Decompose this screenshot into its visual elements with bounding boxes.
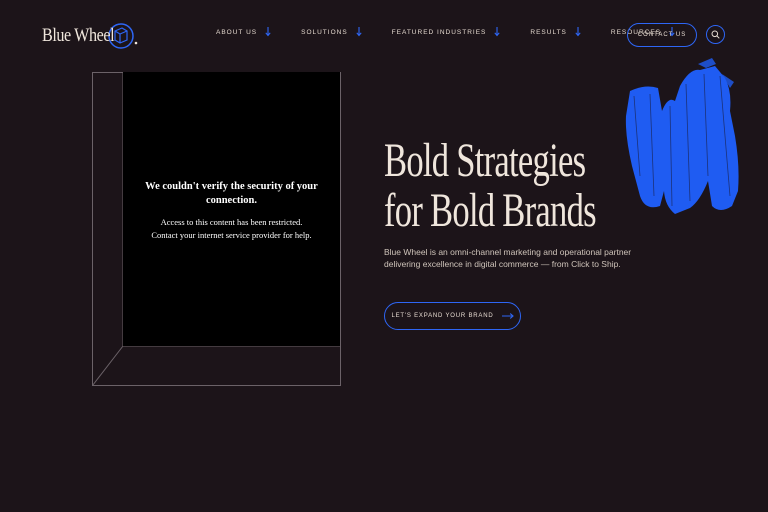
search-icon — [711, 30, 720, 39]
nav-item-about-us[interactable]: ABOUT US — [216, 27, 271, 37]
nav-item-label: SOLUTIONS — [301, 28, 348, 36]
arrow-down-icon — [265, 27, 271, 37]
arrow-down-icon — [356, 27, 362, 37]
embed-error-body: Access to this content has been restrict… — [138, 216, 325, 242]
hero-title-line: Bold Strategies — [384, 134, 586, 187]
nav-item-label: FEATURED INDUSTRIES — [391, 28, 487, 36]
search-button[interactable] — [706, 25, 725, 44]
brush-stroke-graphic — [625, 58, 739, 214]
expand-brand-button[interactable]: LET'S EXPAND YOUR BRAND — [384, 302, 521, 330]
hero-description: Blue Wheel is an omni-channel marketing … — [384, 247, 632, 269]
restricted-content-embed: We couldn't verify the security of your … — [123, 72, 340, 346]
nav-item-label: RESULTS — [530, 28, 567, 36]
site-logo[interactable]: Blue Wheel — [42, 20, 140, 52]
logo-text: Blue Wheel — [42, 25, 115, 46]
nav-item-featured-industries[interactable]: FEATURED INDUSTRIES — [392, 27, 501, 37]
nav-item-label: ABOUT US — [216, 28, 258, 36]
embed-error-line: Access to this content has been restrict… — [160, 217, 303, 227]
nav-item-results[interactable]: RESULTS — [530, 27, 581, 37]
hero-title: Bold Strategies for Bold Brands — [384, 134, 597, 237]
arrow-down-icon — [575, 27, 581, 37]
embed-error-title: We couldn't verify the security of your … — [145, 181, 318, 206]
hero-title-line: for Bold Brands — [384, 184, 597, 237]
arrow-right-icon — [501, 313, 514, 319]
nav-item-solutions[interactable]: SOLUTIONS — [301, 27, 362, 37]
embed-error-line: Contact your internet service provider f… — [151, 230, 312, 240]
contact-us-button[interactable]: CONTACT US — [627, 23, 697, 47]
cta-label: LET'S EXPAND YOUR BRAND — [391, 313, 494, 319]
arrow-down-icon — [494, 27, 501, 37]
